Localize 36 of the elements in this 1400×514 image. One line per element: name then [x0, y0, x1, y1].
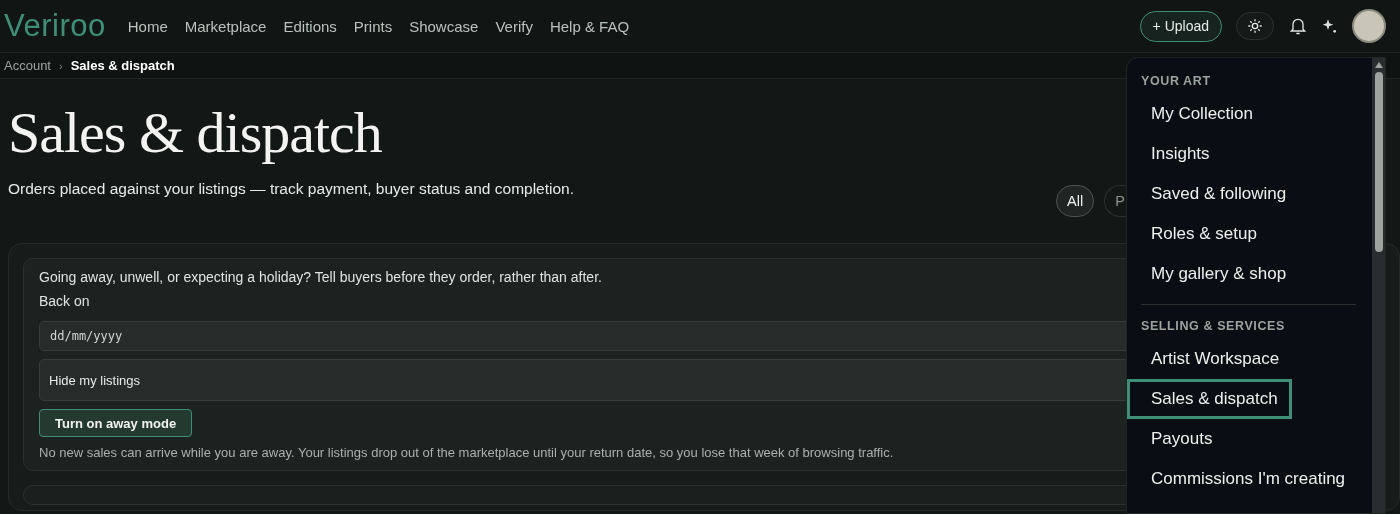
menu-item[interactable]: My Collection	[1127, 94, 1265, 134]
page-title: Sales & dispatch	[8, 99, 383, 166]
sun-icon	[1247, 18, 1263, 34]
brand-logo[interactable]: Veriroo	[4, 8, 106, 44]
theme-button[interactable]	[1236, 12, 1274, 40]
menu-item[interactable]: My gallery & shop	[1127, 254, 1298, 294]
avatar[interactable]	[1352, 9, 1386, 43]
away-note: No new sales can arrive while you are away. Your listings drop out of the marketplace until your return date, so you lose that week of browsing traffic.	[39, 445, 894, 460]
nav-link[interactable]: Home	[127, 17, 168, 35]
away-intro: Going away, unwell, or expecting a holiday? Tell buyers before they order, rather than after.	[39, 269, 602, 285]
nav-link[interactable]: Editions	[283, 17, 337, 35]
menu-item[interactable]: Roles & setup	[1127, 214, 1268, 254]
sparkle-icon	[1322, 18, 1338, 34]
menu-heading: SELLING & SERVICES	[1141, 318, 1286, 335]
sparkle-button[interactable]	[1322, 18, 1338, 34]
nav-link[interactable]: Showcase	[409, 17, 479, 35]
menu-item[interactable]: Sales & dispatch	[1127, 379, 1292, 419]
menu-heading: YOUR ART	[1141, 73, 1212, 90]
nav-link[interactable]: Prints	[353, 17, 393, 35]
breadcrumb-separator: ›	[59, 59, 63, 72]
upload-button[interactable]: + Upload	[1139, 10, 1222, 42]
nav-link[interactable]: Verify	[495, 17, 533, 35]
nav-link[interactable]: Help & FAQ	[549, 17, 630, 35]
menu-item[interactable]: Insights	[1127, 134, 1221, 174]
filter-chip[interactable]: All	[1056, 185, 1095, 217]
nav-link[interactable]: Marketplace	[184, 17, 267, 35]
scrollbar-thumb[interactable]	[1374, 72, 1383, 252]
breadcrumb-link[interactable]: Account	[4, 58, 51, 73]
date-label: Back on	[39, 293, 90, 309]
menu-item[interactable]: Commissions I'm creating	[1127, 459, 1357, 499]
away-mode-button[interactable]: Turn on away mode	[39, 409, 193, 437]
scroll-up-icon[interactable]	[1374, 62, 1383, 68]
page-subtitle: Orders placed against your listings — track payment, buyer status and completion.	[8, 180, 575, 198]
scrollbar[interactable]	[1372, 58, 1385, 513]
breadcrumb-link[interactable]: Sales & dispatch	[70, 58, 175, 73]
menu-item[interactable]: Payouts	[1127, 419, 1224, 459]
